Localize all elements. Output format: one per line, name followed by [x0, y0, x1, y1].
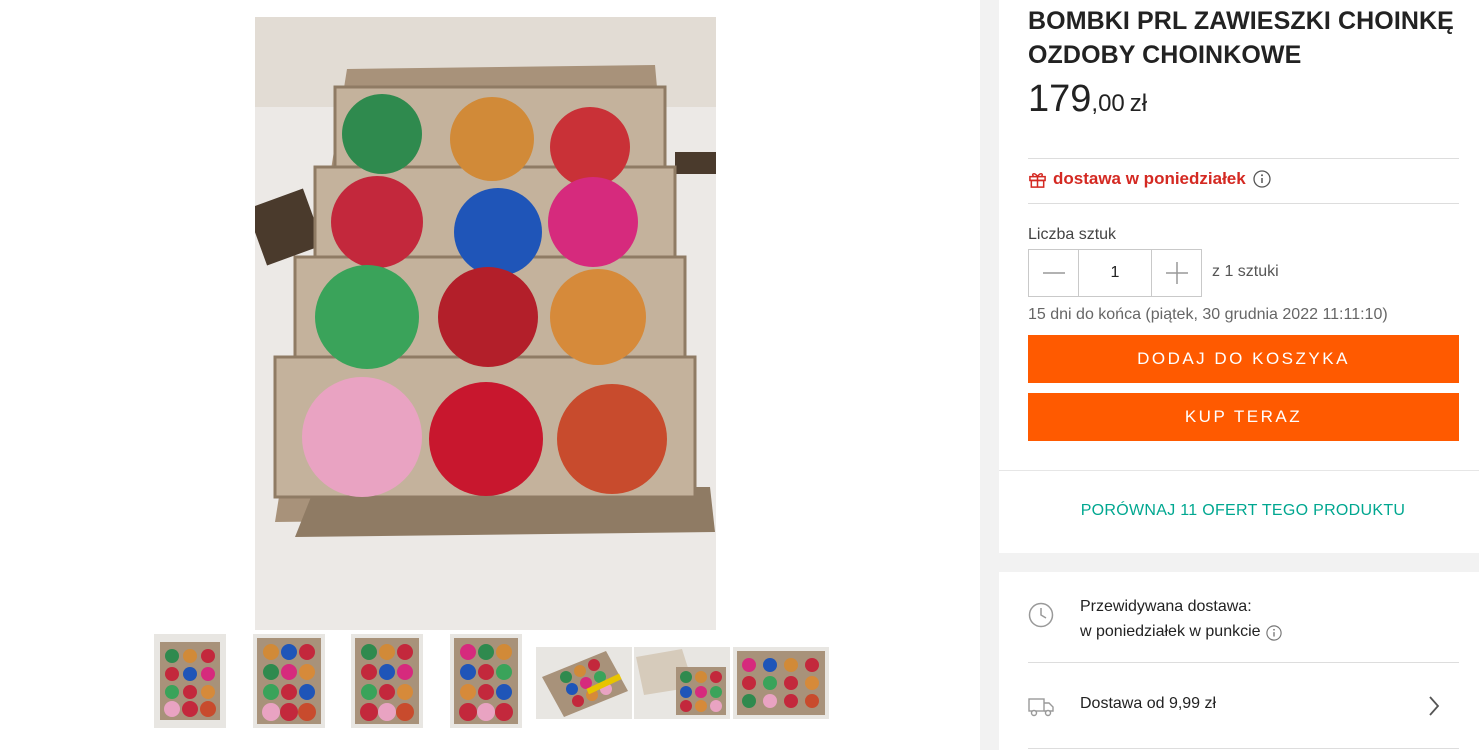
expected-delivery-label: Przewidywana dostawa: — [1080, 598, 1252, 615]
price-decimal: ,00 — [1091, 90, 1125, 117]
decrement-button[interactable] — [1029, 250, 1078, 296]
plus-icon — [1165, 262, 1188, 284]
quantity-available: z 1 sztuki — [1212, 263, 1279, 280]
product-price: 179,00 zł — [1028, 78, 1147, 121]
minus-icon — [1042, 272, 1065, 274]
thumbnail-5[interactable] — [536, 647, 632, 719]
increment-button[interactable] — [1152, 250, 1201, 296]
quantity-label: Liczba sztuk — [1028, 226, 1117, 243]
thumbnail-4[interactable] — [450, 634, 522, 728]
expected-delivery: Przewidywana dostawa: w poniedziałek w p… — [1080, 594, 1282, 644]
thumbnail-7[interactable] — [733, 647, 829, 719]
buy-now-button[interactable]: KUP TERAZ — [1028, 393, 1459, 441]
thumbnail-2[interactable] — [253, 634, 325, 728]
expected-delivery-value: w poniedziałek w punkcie — [1080, 623, 1261, 640]
divider — [999, 470, 1479, 471]
gift-icon — [1029, 172, 1046, 188]
purchase-card: BOMBKI PRL ZAWIESZKI CHOINKĘ OZDOBY CHOI… — [999, 0, 1479, 553]
price-integer: 179 — [1028, 78, 1092, 120]
quantity-input[interactable]: 1 — [1078, 250, 1152, 296]
delivery-cost-link[interactable]: Dostawa od 9,99 zł — [1080, 695, 1216, 713]
quantity-stepper: 1 — [1028, 249, 1202, 297]
delivery-badge: dostawa w poniedziałek — [1028, 169, 1271, 189]
thumbnail-1[interactable] — [154, 634, 226, 728]
add-to-cart-button[interactable]: DODAJ DO KOSZYKA — [1028, 335, 1459, 383]
thumbnail-6[interactable] — [634, 647, 730, 719]
compare-offers-link[interactable]: PORÓWNAJ 11 OFERT TEGO PRODUKTU — [999, 502, 1479, 520]
chevron-right-icon[interactable] — [1427, 694, 1441, 718]
main-product-photo[interactable] — [255, 17, 716, 630]
product-title: BOMBKI PRL ZAWIESZKI CHOINKĘ OZDOBY CHOI… — [1028, 7, 1454, 69]
price-currency: zł — [1129, 90, 1148, 117]
shipping-card: Przewidywana dostawa: w poniedziałek w p… — [999, 572, 1479, 750]
divider — [1028, 203, 1459, 204]
truck-icon — [1028, 698, 1054, 717]
divider — [1028, 158, 1459, 159]
divider — [1028, 662, 1459, 663]
info-icon[interactable] — [1253, 170, 1271, 188]
thumbnail-3[interactable] — [351, 634, 423, 728]
divider — [1028, 748, 1459, 749]
gallery-panel — [0, 0, 980, 750]
info-icon[interactable] — [1265, 624, 1282, 641]
offer-end-time: 15 dni do końca (piątek, 30 grudnia 2022… — [1028, 306, 1388, 323]
delivery-badge-text: dostawa w poniedziałek — [1053, 169, 1246, 188]
clock-icon — [1028, 602, 1054, 628]
